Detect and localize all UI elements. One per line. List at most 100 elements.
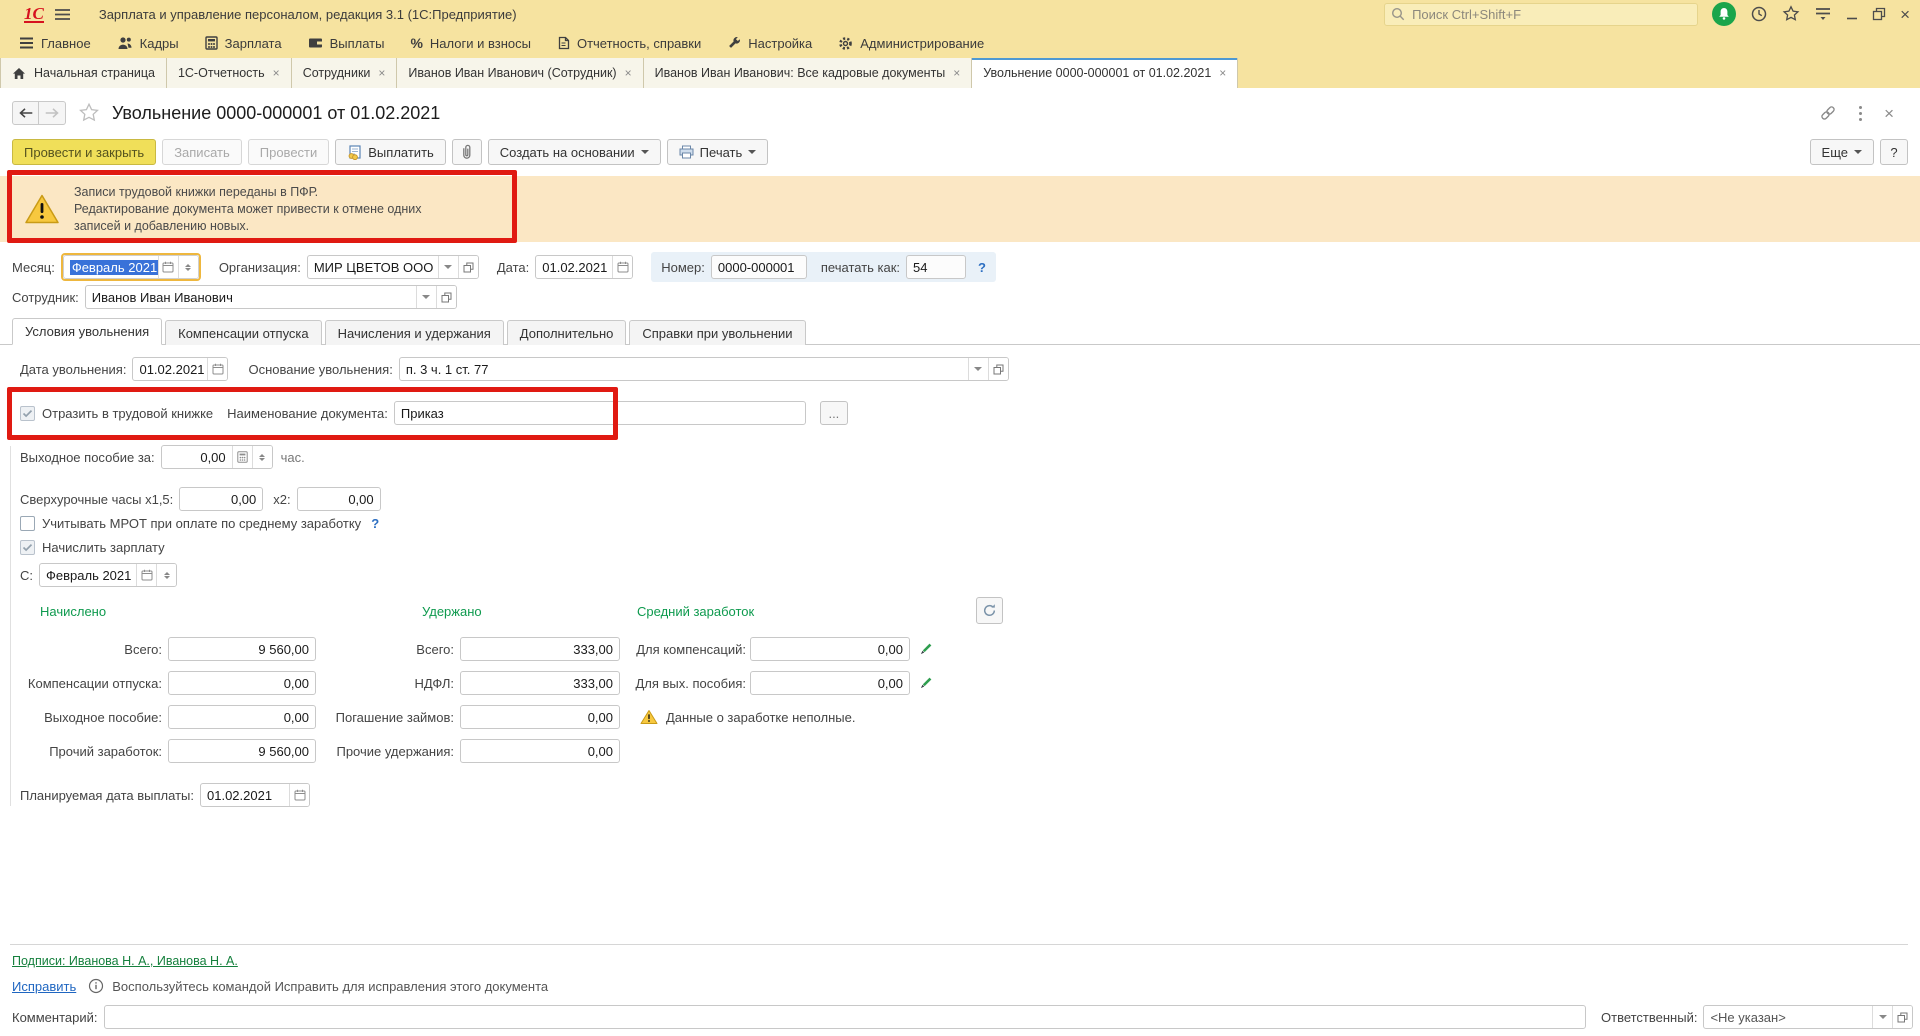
calc-icon[interactable]	[232, 446, 252, 468]
ndfl-field[interactable]: 333,00	[460, 671, 620, 695]
dropdown-icon[interactable]	[968, 358, 988, 380]
help-button[interactable]: ?	[1880, 139, 1908, 165]
calendar-icon[interactable]	[289, 784, 309, 806]
fix-link[interactable]: Исправить	[12, 979, 76, 994]
vacation-compensation-field[interactable]: 0,00	[168, 671, 316, 695]
overtime2-field[interactable]: 0,00	[297, 487, 381, 511]
loan-repayment-field[interactable]: 0,00	[460, 705, 620, 729]
dismissal-date-field[interactable]: 01.02.2021	[132, 357, 228, 381]
accrued-total-field[interactable]: 9 560,00	[168, 637, 316, 661]
open-icon[interactable]	[458, 256, 478, 278]
form-tab-certificates[interactable]: Справки при увольнении	[629, 320, 805, 345]
tab-employee-card[interactable]: Иванов Иван Иванович (Сотрудник)	[397, 58, 643, 88]
mrot-help-link[interactable]: ?	[371, 516, 379, 531]
minimize-icon[interactable]	[1846, 8, 1858, 20]
close-document-icon[interactable]: ×	[1884, 105, 1894, 122]
form-tab-additional[interactable]: Дополнительно	[507, 320, 627, 345]
favorites-star-icon[interactable]	[1782, 5, 1800, 23]
severance-pay-field[interactable]: 0,00	[168, 705, 316, 729]
edit-pencil-icon[interactable]	[918, 676, 933, 691]
comment-field[interactable]	[104, 1005, 1586, 1029]
calendar-icon[interactable]	[207, 358, 227, 380]
attachments-button[interactable]	[452, 139, 482, 165]
tab-1c-reporting[interactable]: 1С-Отчетность	[167, 58, 292, 88]
dropdown-icon[interactable]	[1872, 1006, 1892, 1028]
signatures-link[interactable]: Подписи: Иванова Н. А., Иванова Н. А.	[12, 954, 238, 968]
menu-item-payments[interactable]: Выплаты	[295, 28, 398, 58]
tab-dismissal-document[interactable]: Увольнение 0000-000001 от 01.02.2021	[972, 58, 1238, 88]
post-and-close-button[interactable]: Провести и закрыть	[12, 139, 156, 165]
avg-compensation-field[interactable]: 0,00	[750, 637, 910, 661]
forward-button[interactable]	[39, 101, 66, 125]
date-field[interactable]: 01.02.2021	[535, 255, 633, 279]
print-as-field[interactable]: 54	[906, 255, 966, 279]
refresh-button[interactable]	[976, 597, 1003, 624]
overtime15-field[interactable]: 0,00	[179, 487, 263, 511]
tab-personnel-documents[interactable]: Иванов Иван Иванович: Все кадровые докум…	[644, 58, 973, 88]
from-month-field[interactable]: Февраль 2021	[39, 563, 177, 587]
employee-field[interactable]: Иванов Иван Иванович	[85, 285, 457, 309]
month-spinner[interactable]	[178, 256, 198, 278]
dismissal-basis-field[interactable]: п. 3 ч. 1 ст. 77	[399, 357, 1009, 381]
mrot-checkbox[interactable]	[20, 516, 35, 531]
menu-item-reports[interactable]: Отчетность, справки	[544, 28, 714, 58]
form-tab-conditions[interactable]: Условия увольнения	[12, 318, 162, 345]
from-month-spinner[interactable]	[156, 564, 176, 586]
menu-item-salary[interactable]: Зарплата	[192, 28, 295, 58]
post-button[interactable]: Провести	[248, 139, 330, 165]
close-tab-icon[interactable]	[1219, 67, 1226, 79]
close-tab-icon[interactable]	[625, 67, 632, 79]
dropdown-icon[interactable]	[416, 286, 436, 308]
global-search-box[interactable]	[1384, 3, 1698, 26]
other-earnings-field[interactable]: 9 560,00	[168, 739, 316, 763]
accrue-salary-checkbox[interactable]	[20, 540, 35, 555]
open-icon[interactable]	[1892, 1006, 1912, 1028]
hamburger-menu-icon[interactable]	[54, 8, 71, 21]
ellipsis-button[interactable]: ...	[820, 401, 848, 425]
menu-item-staff[interactable]: Кадры	[104, 28, 192, 58]
other-deductions-field[interactable]: 0,00	[460, 739, 620, 763]
notifications-icon[interactable]	[1712, 2, 1736, 26]
form-tab-accruals-deductions[interactable]: Начисления и удержания	[325, 320, 504, 345]
favorite-star-icon[interactable]	[78, 102, 100, 124]
tab-employees[interactable]: Сотрудники	[292, 58, 398, 88]
more-button[interactable]: Еще	[1810, 139, 1874, 165]
pay-button[interactable]: Выплатить	[335, 139, 446, 165]
severance-field[interactable]: 0,00	[161, 445, 273, 469]
form-tab-vacation-compensation[interactable]: Компенсации отпуска	[165, 320, 322, 345]
workbook-checkbox[interactable]	[20, 406, 35, 421]
planned-date-field[interactable]: 01.02.2021	[200, 783, 310, 807]
menu-item-administration[interactable]: Администрирование	[825, 28, 997, 58]
menu-item-settings[interactable]: Настройка	[714, 28, 825, 58]
organization-field[interactable]: МИР ЦВЕТОВ ООО	[307, 255, 479, 279]
severance-spinner[interactable]	[252, 446, 272, 468]
month-field[interactable]: Февраль 2021	[63, 255, 199, 279]
calendar-icon[interactable]	[136, 564, 156, 586]
open-icon[interactable]	[988, 358, 1008, 380]
history-icon[interactable]	[1750, 5, 1768, 23]
avg-severance-field[interactable]: 0,00	[750, 671, 910, 695]
close-window-icon[interactable]: ×	[1900, 6, 1910, 23]
back-button[interactable]	[12, 101, 39, 125]
calendar-icon[interactable]	[612, 256, 632, 278]
doc-name-field[interactable]: Приказ	[394, 401, 806, 425]
responsible-field[interactable]: <Не указан>	[1703, 1005, 1913, 1029]
open-icon[interactable]	[436, 286, 456, 308]
close-tab-icon[interactable]	[953, 67, 960, 79]
edit-pencil-icon[interactable]	[918, 642, 933, 657]
tab-home[interactable]: Начальная страница	[0, 58, 167, 88]
calendar-icon[interactable]	[158, 256, 178, 278]
dropdown-icon[interactable]	[438, 256, 458, 278]
number-field[interactable]: 0000-000001	[711, 255, 807, 279]
more-commands-icon[interactable]	[1859, 112, 1862, 115]
close-tab-icon[interactable]	[378, 67, 385, 79]
search-input[interactable]	[1410, 6, 1691, 23]
create-based-on-button[interactable]: Создать на основании	[488, 139, 661, 165]
number-help-link[interactable]: ?	[978, 260, 986, 275]
service-menu-icon[interactable]	[1814, 7, 1832, 21]
get-link-icon[interactable]	[1819, 104, 1837, 122]
save-button[interactable]: Записать	[162, 139, 242, 165]
withheld-total-field[interactable]: 333,00	[460, 637, 620, 661]
menu-item-main[interactable]: Главное	[6, 28, 104, 58]
menu-item-taxes[interactable]: % Налоги и взносы	[397, 28, 544, 58]
